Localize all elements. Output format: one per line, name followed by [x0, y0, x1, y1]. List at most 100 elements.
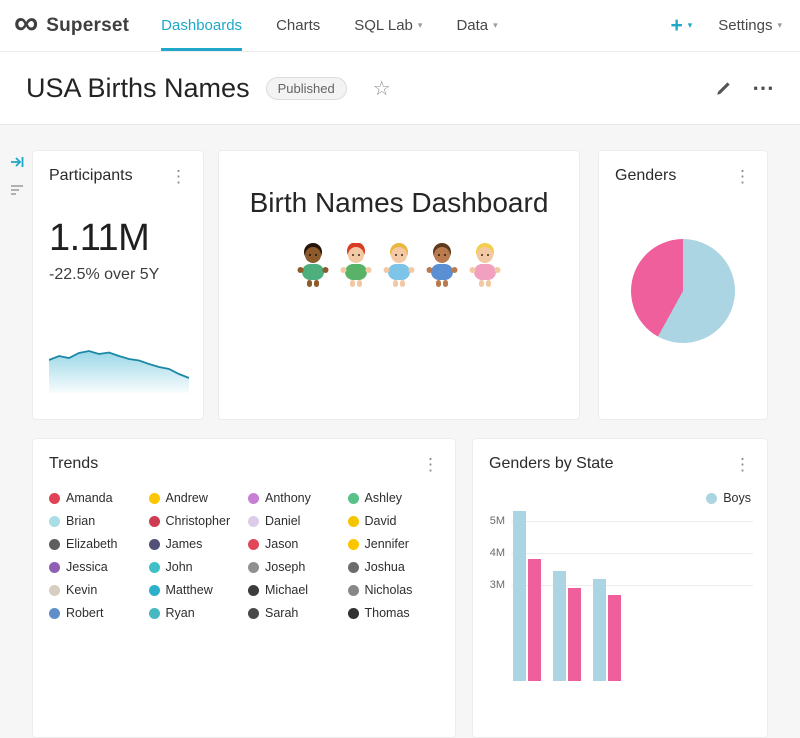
chart-title: Trends: [49, 455, 98, 473]
legend-dot-icon: [248, 585, 259, 596]
caret-down-icon: ▾: [418, 20, 423, 31]
bar-boys-ny[interactable]: [593, 579, 606, 681]
legend-dot-icon: [149, 562, 160, 573]
legend-label: Thomas: [365, 606, 410, 620]
filter-list-icon[interactable]: [9, 182, 25, 203]
legend-item-brian[interactable]: Brian: [49, 514, 149, 528]
header-actions: ⋯: [715, 77, 774, 99]
markdown-heading: Birth Names Dashboard: [219, 187, 579, 219]
legend-label: Nicholas: [365, 583, 413, 597]
genders-by-state-bar-chart: [473, 439, 767, 737]
chart-header: Participants ⋮: [33, 151, 203, 185]
legend-item-christopher[interactable]: Christopher: [149, 514, 249, 528]
legend-item-sarah[interactable]: Sarah: [248, 606, 348, 620]
legend-dot-icon: [149, 608, 160, 619]
chart-header: Genders ⋮: [599, 151, 767, 185]
legend-item-thomas[interactable]: Thomas: [348, 606, 448, 620]
legend-item-joshua[interactable]: Joshua: [348, 560, 448, 574]
legend-item-david[interactable]: David: [348, 514, 448, 528]
legend-item-elizabeth[interactable]: Elizabeth: [49, 537, 149, 551]
legend-dot-icon: [248, 516, 259, 527]
superset-infinity-icon: ∞: [14, 6, 38, 40]
legend-item-jason[interactable]: Jason: [248, 537, 348, 551]
legend-label: Andrew: [166, 491, 208, 505]
navbar-right: + ▾ Settings ▾: [670, 0, 782, 51]
legend-dot-icon: [49, 585, 60, 596]
legend-item-joseph[interactable]: Joseph: [248, 560, 348, 574]
kebab-menu-icon[interactable]: ⋮: [726, 168, 759, 185]
expand-filter-bar-icon[interactable]: [9, 154, 25, 175]
legend-label: James: [166, 537, 203, 551]
legend-label: Joshua: [365, 560, 405, 574]
settings-menu[interactable]: Settings ▾: [718, 17, 782, 34]
settings-label: Settings: [718, 17, 772, 34]
nav-charts[interactable]: Charts: [276, 0, 320, 51]
legend-dot-icon: [248, 493, 259, 504]
genders-chart-card: Genders ⋮: [598, 150, 768, 420]
legend-item-ryan[interactable]: Ryan: [149, 606, 249, 620]
legend-item-anthony[interactable]: Anthony: [248, 491, 348, 505]
legend-item-amanda[interactable]: Amanda: [49, 491, 149, 505]
legend-label: Robert: [66, 606, 104, 620]
legend-item-robert[interactable]: Robert: [49, 606, 149, 620]
legend-item-andrew[interactable]: Andrew: [149, 491, 249, 505]
main-nav: Dashboards Charts SQL Lab ▾ Data ▾: [161, 0, 497, 51]
legend-dot-icon: [348, 585, 359, 596]
legend-item-john[interactable]: John: [149, 560, 249, 574]
legend-item-kevin[interactable]: Kevin: [49, 583, 149, 597]
dashboard-title: USA Births Names: [26, 73, 250, 104]
brand-name: Superset: [46, 15, 129, 37]
kebab-menu-icon[interactable]: ⋮: [414, 456, 447, 473]
new-item-button[interactable]: + ▾: [670, 15, 692, 36]
legend-dot-icon: [149, 539, 160, 550]
legend-dot-icon: [149, 493, 160, 504]
more-menu-icon[interactable]: ⋯: [752, 77, 774, 99]
published-badge[interactable]: Published: [266, 77, 347, 100]
caret-down-icon: ▾: [688, 20, 693, 31]
nav-sql-lab[interactable]: SQL Lab ▾: [354, 0, 422, 51]
dashboard-header: USA Births Names Published ☆ ⋯: [0, 52, 800, 125]
trends-legend: Amanda Andrew Anthony Ashley Brian Christophe…: [49, 491, 447, 620]
nav-charts-label: Charts: [276, 17, 320, 34]
bar-boys-ca[interactable]: [513, 511, 526, 681]
nav-dashboards[interactable]: Dashboards: [161, 0, 242, 51]
legend-label: Elizabeth: [66, 537, 117, 551]
legend-item-matthew[interactable]: Matthew: [149, 583, 249, 597]
legend-label: Amanda: [66, 491, 113, 505]
markdown-header-card: Birth Names Dashboard: [218, 150, 580, 420]
legend-label: Sarah: [265, 606, 298, 620]
chart-title: Genders: [615, 167, 676, 185]
legend-item-nicholas[interactable]: Nicholas: [348, 583, 448, 597]
chart-header: Trends ⋮: [33, 439, 455, 473]
navbar: ∞ Superset Dashboards Charts SQL Lab ▾ D…: [0, 0, 800, 52]
legend-label: Matthew: [166, 583, 213, 597]
edit-pencil-icon[interactable]: [715, 80, 732, 97]
legend-item-daniel[interactable]: Daniel: [248, 514, 348, 528]
bar-girls-ny[interactable]: [608, 595, 621, 681]
superset-app: { "icons": { "logo": "∞", "caret_down": …: [0, 0, 800, 600]
bar-girls-ca[interactable]: [528, 559, 541, 681]
legend-label: Ryan: [166, 606, 195, 620]
legend-dot-icon: [348, 516, 359, 527]
legend-item-ashley[interactable]: Ashley: [348, 491, 448, 505]
kebab-menu-icon[interactable]: ⋮: [162, 168, 195, 185]
plus-icon: +: [670, 15, 682, 36]
legend-item-jennifer[interactable]: Jennifer: [348, 537, 448, 551]
legend-dot-icon: [248, 539, 259, 550]
bar-girls-tx[interactable]: [568, 588, 581, 681]
legend-label: Anthony: [265, 491, 311, 505]
legend-item-michael[interactable]: Michael: [248, 583, 348, 597]
legend-label: Brian: [66, 514, 95, 528]
legend-label: Jason: [265, 537, 298, 551]
legend-label: Jessica: [66, 560, 108, 574]
trends-chart-card: Trends ⋮ Amanda Andrew Anthony Ashley Brian C…: [32, 438, 456, 738]
genders-pie-chart[interactable]: [631, 239, 735, 343]
bar-boys-tx[interactable]: [553, 571, 566, 681]
superset-logo[interactable]: ∞ Superset: [14, 0, 129, 51]
legend-item-jessica[interactable]: Jessica: [49, 560, 149, 574]
participants-chart-card: Participants ⋮ 1.11M -22.5% over 5Y: [32, 150, 204, 420]
nav-data[interactable]: Data ▾: [456, 0, 497, 51]
nav-data-label: Data: [456, 17, 488, 34]
legend-item-james[interactable]: James: [149, 537, 249, 551]
favorite-star-icon[interactable]: ☆: [373, 76, 391, 101]
